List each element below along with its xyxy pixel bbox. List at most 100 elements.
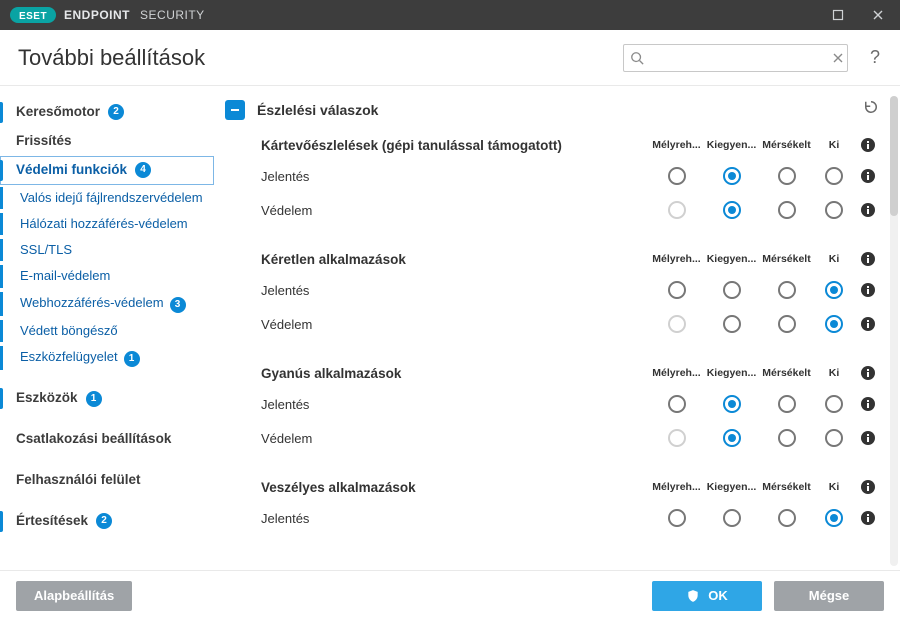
setting-row: Jelentés (257, 387, 886, 421)
shield-icon (686, 589, 700, 603)
sidebar-subitem-3[interactable]: Valós idejű fájlrendszervédelem (0, 185, 214, 211)
sidebar-subitem-9[interactable]: Eszközfelügyelet1 (0, 344, 214, 372)
undo-button[interactable] (862, 98, 880, 121)
group-header: Veszélyes alkalmazásokMélyreh...Kiegyen.… (257, 473, 886, 501)
row-label: Védelem (261, 317, 649, 332)
group-title: Kéretlen alkalmazások (261, 252, 649, 267)
column-header: Kiegyen... (704, 481, 759, 493)
radio-option[interactable] (759, 281, 814, 299)
sidebar-item-label: Eszközfelügyelet (20, 349, 118, 364)
sidebar-subitem-6[interactable]: E-mail-védelem (0, 263, 214, 289)
info-icon[interactable] (854, 202, 882, 218)
radio-option[interactable] (814, 315, 854, 333)
collapse-section-button[interactable] (225, 100, 245, 120)
help-button[interactable]: ? (864, 47, 886, 69)
group-header: Kéretlen alkalmazásokMélyreh...Kiegyen..… (257, 245, 886, 273)
sidebar-item-label: Védett böngésző (20, 323, 118, 338)
radio-option[interactable] (649, 509, 704, 527)
column-header: Kiegyen... (704, 253, 759, 265)
radio-option[interactable] (814, 395, 854, 413)
radio-option[interactable] (649, 395, 704, 413)
radio-option (649, 201, 704, 219)
radio-option[interactable] (759, 167, 814, 185)
sidebar: Keresőmotor2 Frissítés Védelmi funkciók4Va… (0, 86, 215, 570)
radio-option[interactable] (759, 429, 814, 447)
info-icon[interactable] (854, 282, 882, 298)
sidebar-badge: 1 (86, 391, 102, 407)
radio-option[interactable] (649, 167, 704, 185)
radio-option[interactable] (814, 509, 854, 527)
sidebar-item-11[interactable]: Eszközök1 (0, 384, 214, 413)
radio-option[interactable] (759, 509, 814, 527)
radio-option[interactable] (759, 201, 814, 219)
info-icon[interactable] (854, 316, 882, 332)
cancel-button[interactable]: Mégse (774, 581, 884, 611)
info-icon[interactable] (854, 430, 882, 446)
sidebar-badge: 2 (108, 104, 124, 120)
row-label: Jelentés (261, 283, 649, 298)
close-icon (872, 9, 884, 21)
sidebar-item-15[interactable]: Felhasználói felület (0, 466, 214, 495)
search-input[interactable] (650, 50, 826, 65)
undo-icon (862, 98, 880, 116)
radio-option[interactable] (704, 281, 759, 299)
column-header: Mélyreh... (649, 253, 704, 265)
section-title: Észlelési válaszok (257, 102, 850, 118)
sidebar-subitem-8[interactable]: Védett böngésző (0, 318, 214, 344)
section-header: Észlelési válaszok (225, 96, 886, 131)
setting-row: Jelentés (257, 159, 886, 193)
info-icon[interactable] (854, 168, 882, 184)
sidebar-item-label: Frissítés (16, 133, 72, 150)
search-box[interactable] (623, 44, 848, 72)
radio-option[interactable] (704, 315, 759, 333)
radio-option[interactable] (759, 395, 814, 413)
window-close-button[interactable] (862, 4, 894, 26)
info-icon[interactable] (854, 137, 882, 153)
product-name-2: SECURITY (140, 8, 205, 22)
setting-row: Jelentés (257, 501, 886, 535)
sidebar-item-0[interactable]: Keresőmotor2 (0, 98, 214, 127)
column-header: Mérsékelt (759, 481, 814, 493)
radio-option[interactable] (759, 315, 814, 333)
svg-text:ESET: ESET (19, 11, 47, 22)
info-icon[interactable] (854, 479, 882, 495)
radio-option[interactable] (704, 509, 759, 527)
default-button[interactable]: Alapbeállítás (16, 581, 132, 611)
info-icon[interactable] (854, 365, 882, 381)
info-icon[interactable] (854, 251, 882, 267)
radio-option[interactable] (814, 167, 854, 185)
clear-search-icon[interactable] (832, 52, 844, 64)
info-icon[interactable] (854, 396, 882, 412)
ok-button[interactable]: OK (652, 581, 762, 611)
minus-icon (229, 104, 241, 116)
sidebar-subitem-7[interactable]: Webhozzáférés-védelem3 (0, 290, 214, 318)
radio-option (649, 429, 704, 447)
radio-option[interactable] (704, 201, 759, 219)
info-icon[interactable] (854, 510, 882, 526)
column-header: Ki (814, 139, 854, 151)
radio-option[interactable] (649, 281, 704, 299)
product-name-1: ENDPOINT (64, 8, 130, 22)
sidebar-subitem-4[interactable]: Hálózati hozzáférés-védelem (0, 211, 214, 237)
window-maximize-button[interactable] (822, 4, 854, 26)
sidebar-badge: 2 (96, 513, 112, 529)
setting-row: Védelem (257, 193, 886, 227)
column-header: Mérsékelt (759, 367, 814, 379)
scrollbar-thumb[interactable] (890, 96, 898, 216)
column-header: Mérsékelt (759, 253, 814, 265)
radio-option[interactable] (814, 281, 854, 299)
sidebar-item-2[interactable]: Védelmi funkciók4 (0, 156, 214, 185)
column-header: Mélyreh... (649, 139, 704, 151)
row-label: Védelem (261, 431, 649, 446)
radio-option[interactable] (814, 429, 854, 447)
sidebar-item-13[interactable]: Csatlakozási beállítások (0, 425, 214, 454)
setting-row: Védelem (257, 307, 886, 341)
radio-option[interactable] (704, 395, 759, 413)
sidebar-item-17[interactable]: Értesítések2 (0, 507, 214, 536)
sidebar-subitem-5[interactable]: SSL/TLS (0, 237, 214, 263)
radio-option[interactable] (814, 201, 854, 219)
maximize-icon (832, 9, 844, 21)
sidebar-item-1[interactable]: Frissítés (0, 127, 214, 156)
radio-option[interactable] (704, 429, 759, 447)
radio-option[interactable] (704, 167, 759, 185)
